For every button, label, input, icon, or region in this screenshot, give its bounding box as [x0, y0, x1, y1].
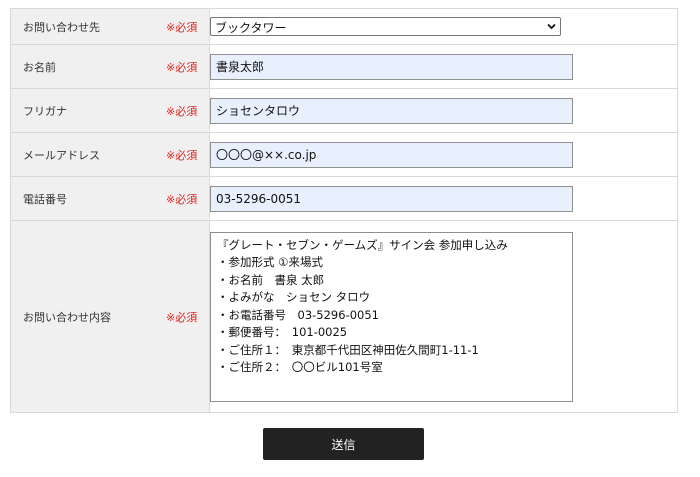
inquiry-to-selected-value: ブックタワー — [215, 21, 287, 35]
furigana-label: フリガナ — [23, 104, 67, 118]
label-cell: お問い合わせ先 ※必須 — [10, 8, 210, 45]
submit-button[interactable]: 送信 — [263, 428, 424, 460]
required-mark: ※必須 — [166, 20, 198, 34]
value-cell: 03-5296-0051 — [209, 176, 678, 221]
required-mark: ※必須 — [166, 60, 198, 74]
label-cell: 電話番号 ※必須 — [10, 176, 210, 221]
name-input[interactable]: 書泉太郎 — [210, 53, 573, 80]
email-label: メールアドレス — [23, 148, 100, 162]
message-line: ・お名前 書泉 太郎 — [217, 272, 325, 287]
message-textarea[interactable]: 『グレート・セブン・ゲームズ』サイン会 参加申し込み ・参加形式 ①来場式 ・お… — [210, 231, 573, 402]
label-cell: お問い合わせ内容 ※必須 — [10, 220, 210, 413]
required-mark: ※必須 — [166, 148, 198, 162]
inquiry-to-label: お問い合わせ先 — [23, 20, 100, 34]
value-cell: ショセンタロウ — [209, 88, 678, 133]
form-row-furigana: フリガナ ※必須 ショセンタロウ — [10, 88, 678, 133]
phone-input[interactable]: 03-5296-0051 — [210, 185, 573, 212]
label-cell: フリガナ ※必須 — [10, 88, 210, 133]
message-line: ・よみがな ショセン タロウ — [217, 290, 371, 304]
message-line: 『グレート・セブン・ゲームズ』サイン会 参加申し込み — [217, 237, 508, 252]
message-line: ・ご住所１： 東京都千代田区神田佐久間町1-11-1 — [217, 342, 479, 357]
required-mark: ※必須 — [166, 192, 198, 206]
form-row-email: メールアドレス ※必須 〇〇〇@××.co.jp — [10, 132, 678, 177]
message-label: お問い合わせ内容 — [23, 310, 111, 324]
name-label: お名前 — [23, 60, 56, 74]
furigana-input[interactable]: ショセンタロウ — [210, 97, 573, 124]
required-mark: ※必須 — [166, 104, 198, 118]
form-row-phone: 電話番号 ※必須 03-5296-0051 — [10, 176, 678, 221]
form-row-message: お問い合わせ内容 ※必須 『グレート・セブン・ゲームズ』サイン会 参加申し込み … — [10, 220, 678, 413]
value-cell: 〇〇〇@××.co.jp — [209, 132, 678, 177]
contact-form-table: お問い合わせ先 ※必須 ブックタワー お名前 ※必須 書泉太郎 フリガナ ※必須… — [10, 8, 678, 413]
required-mark: ※必須 — [166, 310, 198, 324]
value-cell: 『グレート・セブン・ゲームズ』サイン会 参加申し込み ・参加形式 ①来場式 ・お… — [209, 220, 678, 413]
form-row-inquiry-to: お問い合わせ先 ※必須 ブックタワー — [10, 8, 678, 45]
inquiry-to-select[interactable]: ブックタワー — [210, 17, 561, 36]
label-cell: お名前 ※必須 — [10, 44, 210, 89]
message-line: ・お電話番号 03-5296-0051 — [217, 307, 379, 322]
form-row-name: お名前 ※必須 書泉太郎 — [10, 44, 678, 89]
chevron-down-icon — [547, 23, 556, 30]
message-line: ・参加形式 ①来場式 — [217, 255, 323, 269]
message-line: ・ご住所２： 〇〇ビル101号室 — [217, 360, 383, 374]
value-cell: 書泉太郎 — [209, 44, 678, 89]
label-cell: メールアドレス ※必須 — [10, 132, 210, 177]
message-line: ・郵便番号： 101-0025 — [217, 325, 348, 339]
value-cell: ブックタワー — [209, 8, 678, 45]
phone-label: 電話番号 — [23, 192, 67, 206]
email-input[interactable]: 〇〇〇@××.co.jp — [210, 141, 573, 168]
